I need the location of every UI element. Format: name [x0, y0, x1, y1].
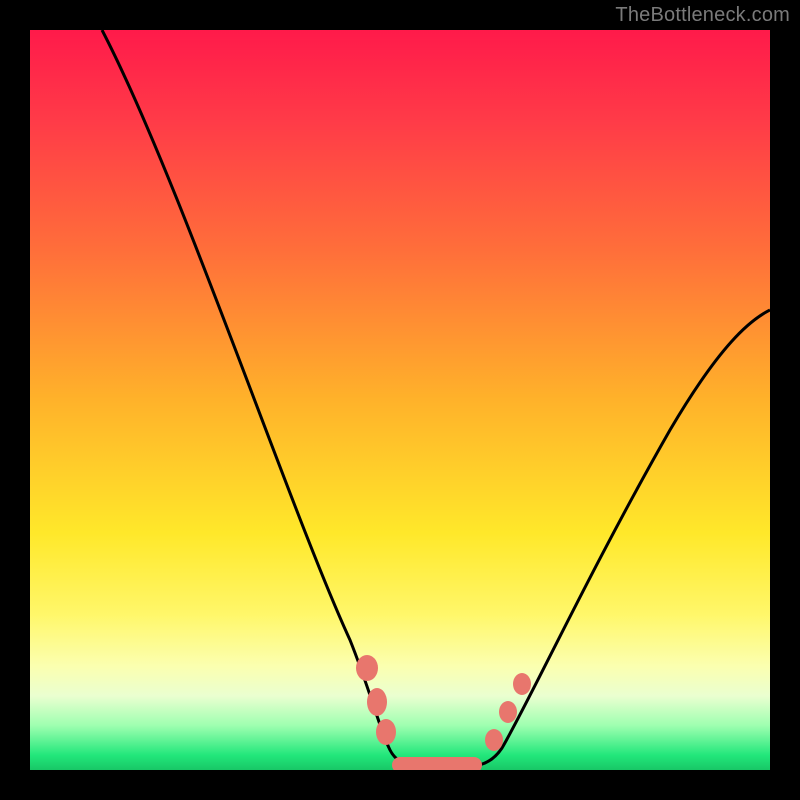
bottleneck-curve [30, 30, 770, 770]
marker-dot [499, 701, 517, 723]
marker-dot [376, 719, 396, 745]
watermark-text: TheBottleneck.com [615, 4, 790, 27]
marker-dot [513, 673, 531, 695]
chart-frame: TheBottleneck.com [0, 0, 800, 800]
floor-highlight [392, 757, 482, 770]
plot-area [30, 30, 770, 770]
curve-path [102, 30, 770, 766]
marker-dot [367, 688, 387, 716]
marker-dot [485, 729, 503, 751]
marker-dot [356, 655, 378, 681]
